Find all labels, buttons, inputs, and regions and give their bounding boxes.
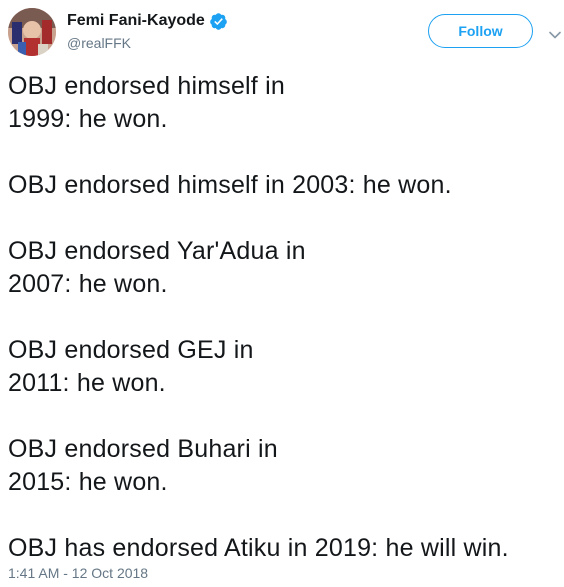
tweet-line-break: [8, 301, 556, 334]
tweet-text: OBJ endorsed himself in 1999: he won. OB…: [8, 70, 556, 565]
tweet-timestamp[interactable]: 1:41 AM - 12 Oct 2018: [8, 564, 148, 582]
tweet-header: Femi Fani-Kayode @realFFK Follow: [0, 0, 564, 64]
display-name[interactable]: Femi Fani-Kayode: [67, 10, 205, 32]
follow-button[interactable]: Follow: [428, 14, 533, 48]
author-handle[interactable]: @realFFK: [67, 34, 131, 52]
tweet-line: 2007: he won.: [8, 270, 168, 298]
tweet-line: 1999: he won.: [8, 105, 168, 133]
verified-badge-icon: [209, 12, 228, 31]
chevron-down-icon[interactable]: [549, 26, 561, 39]
tweet-line: OBJ endorsed Buhari in: [8, 435, 278, 463]
author-name-row: Femi Fani-Kayode: [67, 10, 228, 32]
tweet-line: OBJ endorsed GEJ in: [8, 336, 254, 364]
tweet-line-break: [8, 499, 556, 532]
tweet-line-break: [8, 202, 556, 235]
tweet-line: 2011: he won.: [8, 369, 166, 397]
avatar[interactable]: [8, 8, 56, 56]
tweet-line-break: [8, 136, 556, 169]
avatar-image: [8, 8, 56, 56]
tweet-line: OBJ endorsed himself in: [8, 72, 285, 100]
tweet-line: OBJ endorsed Yar'Adua in: [8, 237, 306, 265]
tweet-line-break: [8, 400, 556, 433]
tweet-line: 2015: he won.: [8, 468, 168, 496]
tweet-line: OBJ has endorsed Atiku in 2019: he will …: [8, 534, 509, 562]
tweet-line: OBJ endorsed himself in 2003: he won.: [8, 171, 452, 199]
